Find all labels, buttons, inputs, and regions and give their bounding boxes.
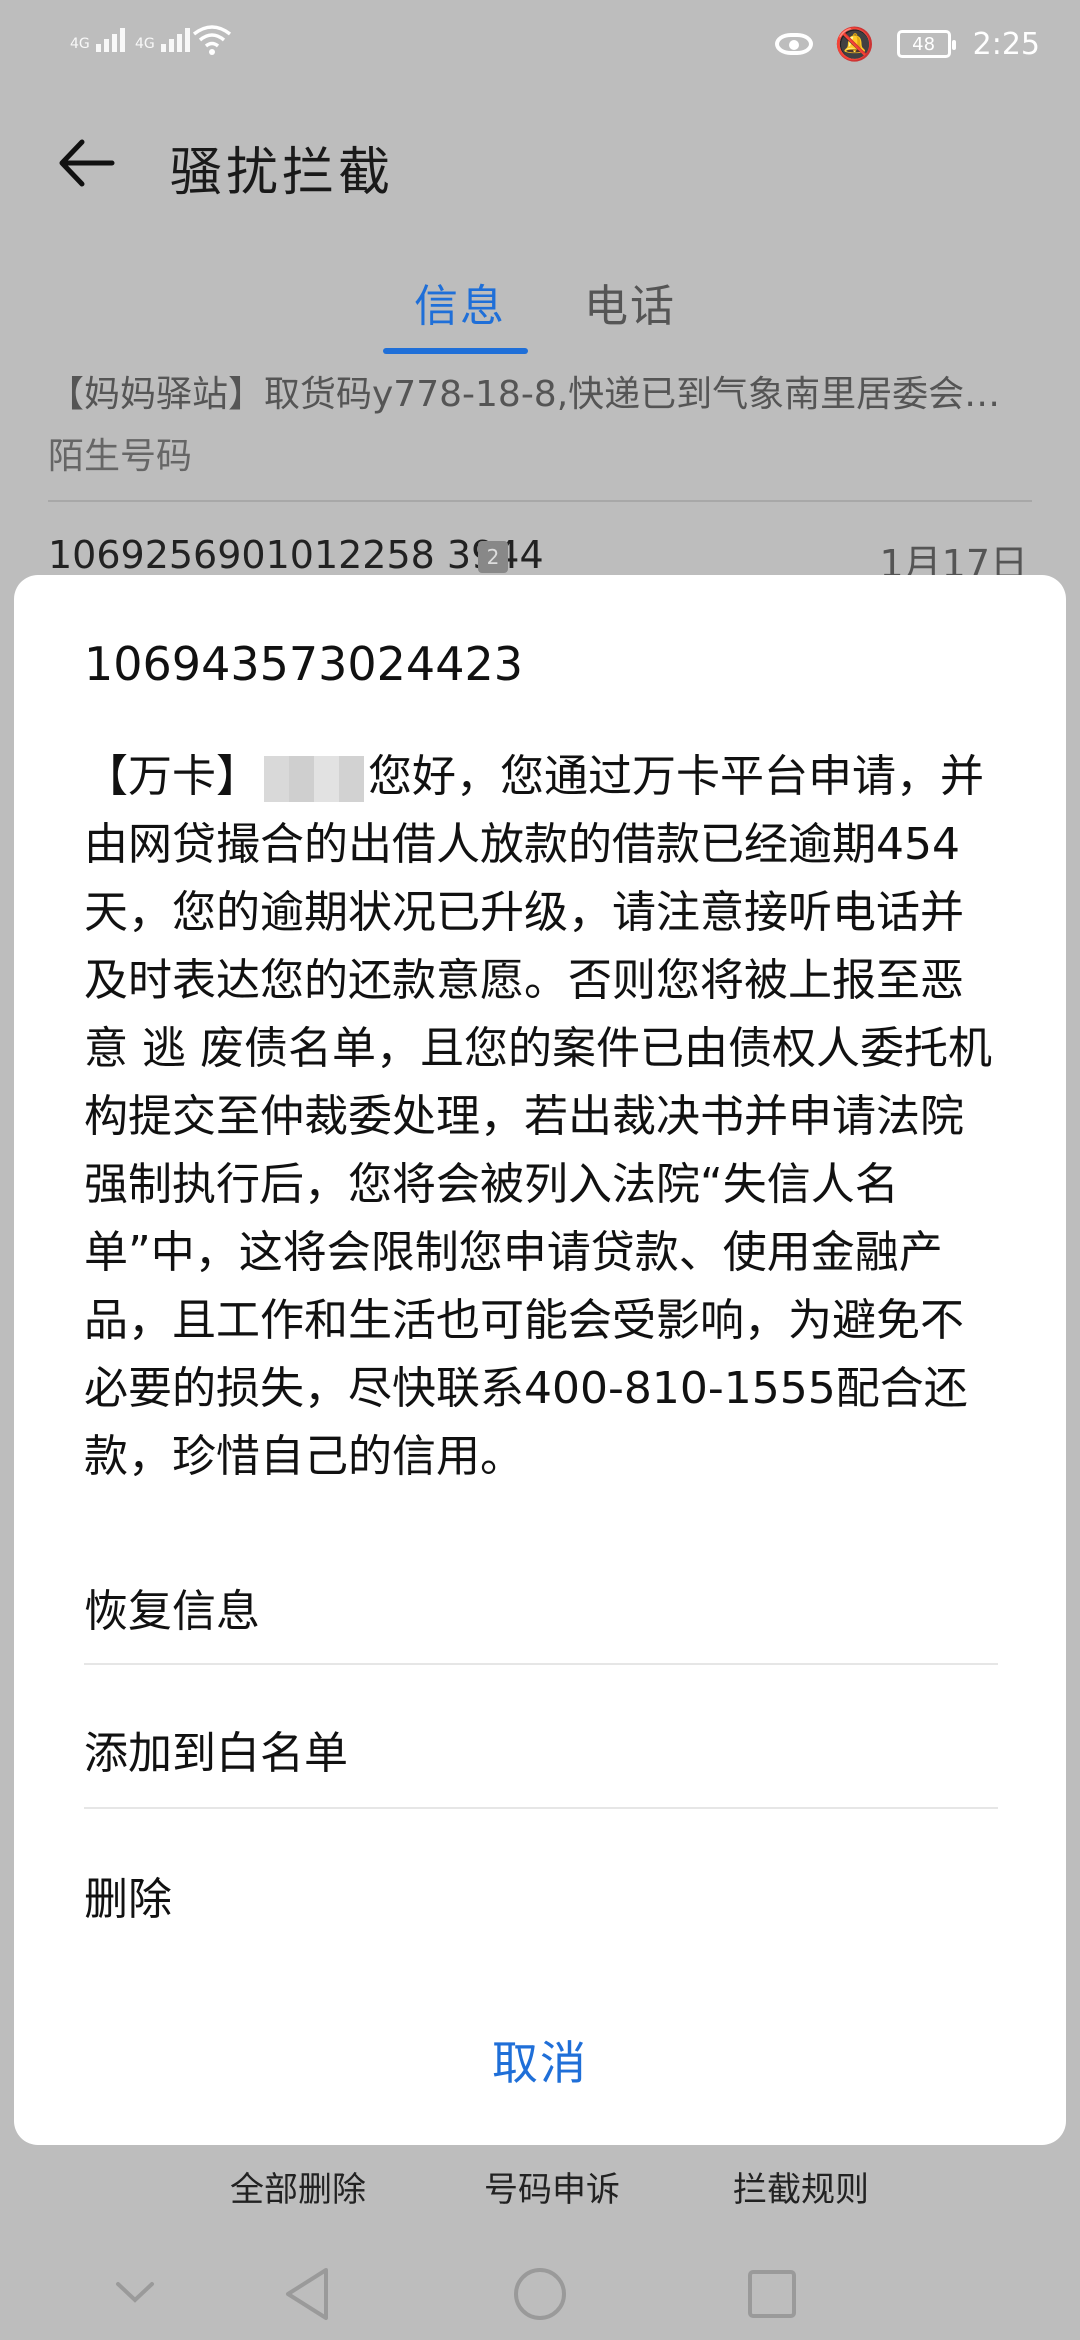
- home-circle-icon[interactable]: [510, 2264, 570, 2324]
- message-text: 您好，您通过万卡平台申请，并由网贷撮合的出借人放款的借款已经逾期454天，您的逾…: [84, 751, 992, 1482]
- tab-calls[interactable]: 电话: [584, 270, 676, 334]
- redacted-name: [264, 756, 364, 802]
- add-to-whitelist-button[interactable]: 添加到白名单: [84, 1717, 348, 1781]
- eye-comfort-icon: [774, 33, 813, 55]
- delete-all-button[interactable]: 全部删除: [230, 2162, 366, 2211]
- status-bar: 4G 4G 🔕 48 2:25: [0, 0, 1080, 90]
- list-item-subtitle: 陌生号码: [48, 436, 193, 477]
- back-triangle-icon[interactable]: [280, 2264, 336, 2324]
- message-dialog: 106943573024423 【万卡】 您好，您通过万卡平台申请，并由网贷撮合的…: [14, 575, 1066, 2145]
- block-rules-button[interactable]: 拦截规则: [733, 2162, 869, 2211]
- restore-message-button[interactable]: 恢复信息: [84, 1575, 260, 1639]
- list-item-preview[interactable]: 【妈妈驿站】取货码y778-18-8,快递已到气象南里居委会…: [48, 365, 1028, 417]
- tab-bar: 信息 电话: [0, 270, 1080, 360]
- page-title: 骚扰拦截: [170, 143, 395, 203]
- recents-square-icon[interactable]: [744, 2266, 800, 2322]
- wifi-icon: [192, 25, 232, 55]
- battery-icon: 48: [896, 30, 956, 58]
- list-divider: [48, 500, 1032, 502]
- active-tab-indicator: [383, 348, 528, 354]
- tab-messages[interactable]: 信息: [414, 270, 506, 334]
- bottom-action-bar: 全部删除 号码申诉 拦截规则: [0, 2150, 1080, 2230]
- cell-signal-icon: 4G: [70, 28, 128, 52]
- system-nav-bar: [0, 2250, 1080, 2340]
- collapse-chevron-icon[interactable]: [110, 2272, 160, 2312]
- cancel-button[interactable]: 取消: [14, 2027, 1066, 2093]
- number-appeal-button[interactable]: 号码申诉: [484, 2162, 620, 2211]
- back-arrow-icon[interactable]: [52, 128, 122, 198]
- cell-signal-icon-2: 4G: [135, 28, 193, 52]
- option-divider: [84, 1807, 998, 1809]
- dialog-sender-number: 106943573024423: [84, 637, 523, 691]
- mute-bell-icon: 🔕: [834, 25, 875, 63]
- message-prefix: 【万卡】: [84, 751, 260, 802]
- option-divider: [84, 1663, 998, 1665]
- list-item-number[interactable]: 1069256901012258 3944: [48, 533, 544, 577]
- delete-button[interactable]: 删除: [84, 1863, 172, 1927]
- dialog-message-body: 【万卡】 您好，您通过万卡平台申请，并由网贷撮合的出借人放款的借款已经逾期454天…: [84, 743, 1004, 1491]
- sim-badge-icon: 2: [478, 541, 508, 573]
- clock: 2:25: [972, 26, 1040, 62]
